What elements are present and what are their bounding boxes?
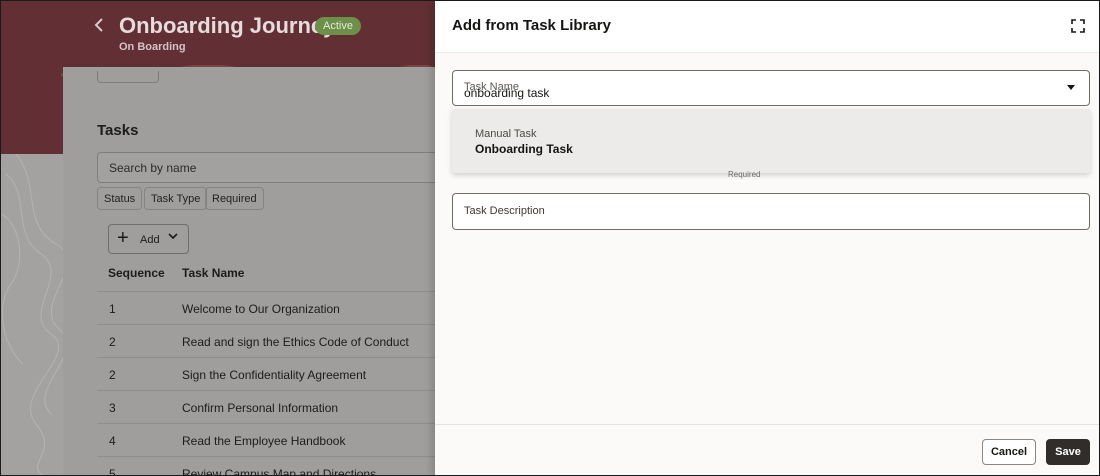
task-search-input[interactable]: Search by name <box>97 152 457 183</box>
journey-title: Onboarding Journey <box>119 13 336 38</box>
add-task-button[interactable]: + Add <box>108 224 189 254</box>
row-sequence: 2 <box>109 368 116 382</box>
decorative-terrain <box>1 154 63 475</box>
row-sequence: 5 <box>109 467 116 476</box>
back-chevron-icon[interactable] <box>94 17 108 35</box>
row-task-name: Welcome to Our Organization <box>182 302 340 316</box>
filter-chip-status[interactable]: Status <box>97 187 143 210</box>
save-button[interactable]: Save <box>1046 439 1090 465</box>
add-from-task-library-drawer: Add from Task Library Task Name onboardi… <box>435 1 1099 475</box>
column-header-task-name: Task Name <box>182 266 245 280</box>
drawer-header: Add from Task Library <box>435 1 1099 53</box>
column-header-sequence: Sequence <box>108 266 165 280</box>
table-row[interactable]: 2 Read and sign the Ethics Code of Condu… <box>97 324 437 357</box>
caret-down-icon[interactable] <box>1067 85 1075 90</box>
add-button-label: Add <box>140 234 160 246</box>
row-task-name: Review Campus Map and Directions <box>182 467 377 476</box>
task-name-combobox[interactable]: Task Name onboarding task <box>452 70 1090 106</box>
row-sequence: 3 <box>109 401 116 415</box>
option-task-type: Manual Task <box>475 128 537 140</box>
table-row[interactable]: 4 Read the Employee Handbook <box>97 423 437 456</box>
required-hint: Required <box>728 170 761 179</box>
filter-chip-task-type[interactable]: Task Type <box>144 187 208 210</box>
app-frame: Onboarding Journey Active On Boarding Ta… <box>0 0 1100 476</box>
chevron-down-icon <box>167 231 179 244</box>
table-row[interactable]: 1 Welcome to Our Organization <box>97 291 437 324</box>
row-sequence: 1 <box>109 302 116 316</box>
row-task-name: Read and sign the Ethics Code of Conduct <box>182 335 409 349</box>
row-task-name: Read the Employee Handbook <box>182 434 346 448</box>
task-name-input-value[interactable]: onboarding task <box>464 86 549 100</box>
option-task-name: Onboarding Task <box>475 142 573 156</box>
journey-subtitle: On Boarding <box>119 41 186 53</box>
table-row[interactable]: 3 Confirm Personal Information <box>97 390 437 423</box>
row-task-name: Sign the Confidentiality Agreement <box>182 368 367 382</box>
task-description-label: Task Description <box>464 205 545 217</box>
drawer-title: Add from Task Library <box>452 17 611 34</box>
plus-icon: + <box>117 227 129 249</box>
status-badge: Active <box>315 17 361 35</box>
task-description-field[interactable]: Task Description <box>452 193 1090 230</box>
task-suggestion-option[interactable]: Manual Task Onboarding Task <box>452 109 1090 173</box>
row-sequence: 2 <box>109 335 116 349</box>
table-row[interactable]: 2 Sign the Confidentiality Agreement <box>97 357 437 390</box>
drawer-footer: Cancel Save <box>435 424 1099 475</box>
card-tab-stub <box>97 71 159 83</box>
fullscreen-icon[interactable] <box>1071 19 1085 33</box>
tasks-heading: Tasks <box>97 122 139 139</box>
cancel-button[interactable]: Cancel <box>982 439 1036 465</box>
filter-chip-required[interactable]: Required <box>205 187 264 210</box>
row-task-name: Confirm Personal Information <box>182 401 339 415</box>
table-row[interactable]: 5 Review Campus Map and Directions <box>97 456 437 476</box>
row-sequence: 4 <box>109 434 116 448</box>
